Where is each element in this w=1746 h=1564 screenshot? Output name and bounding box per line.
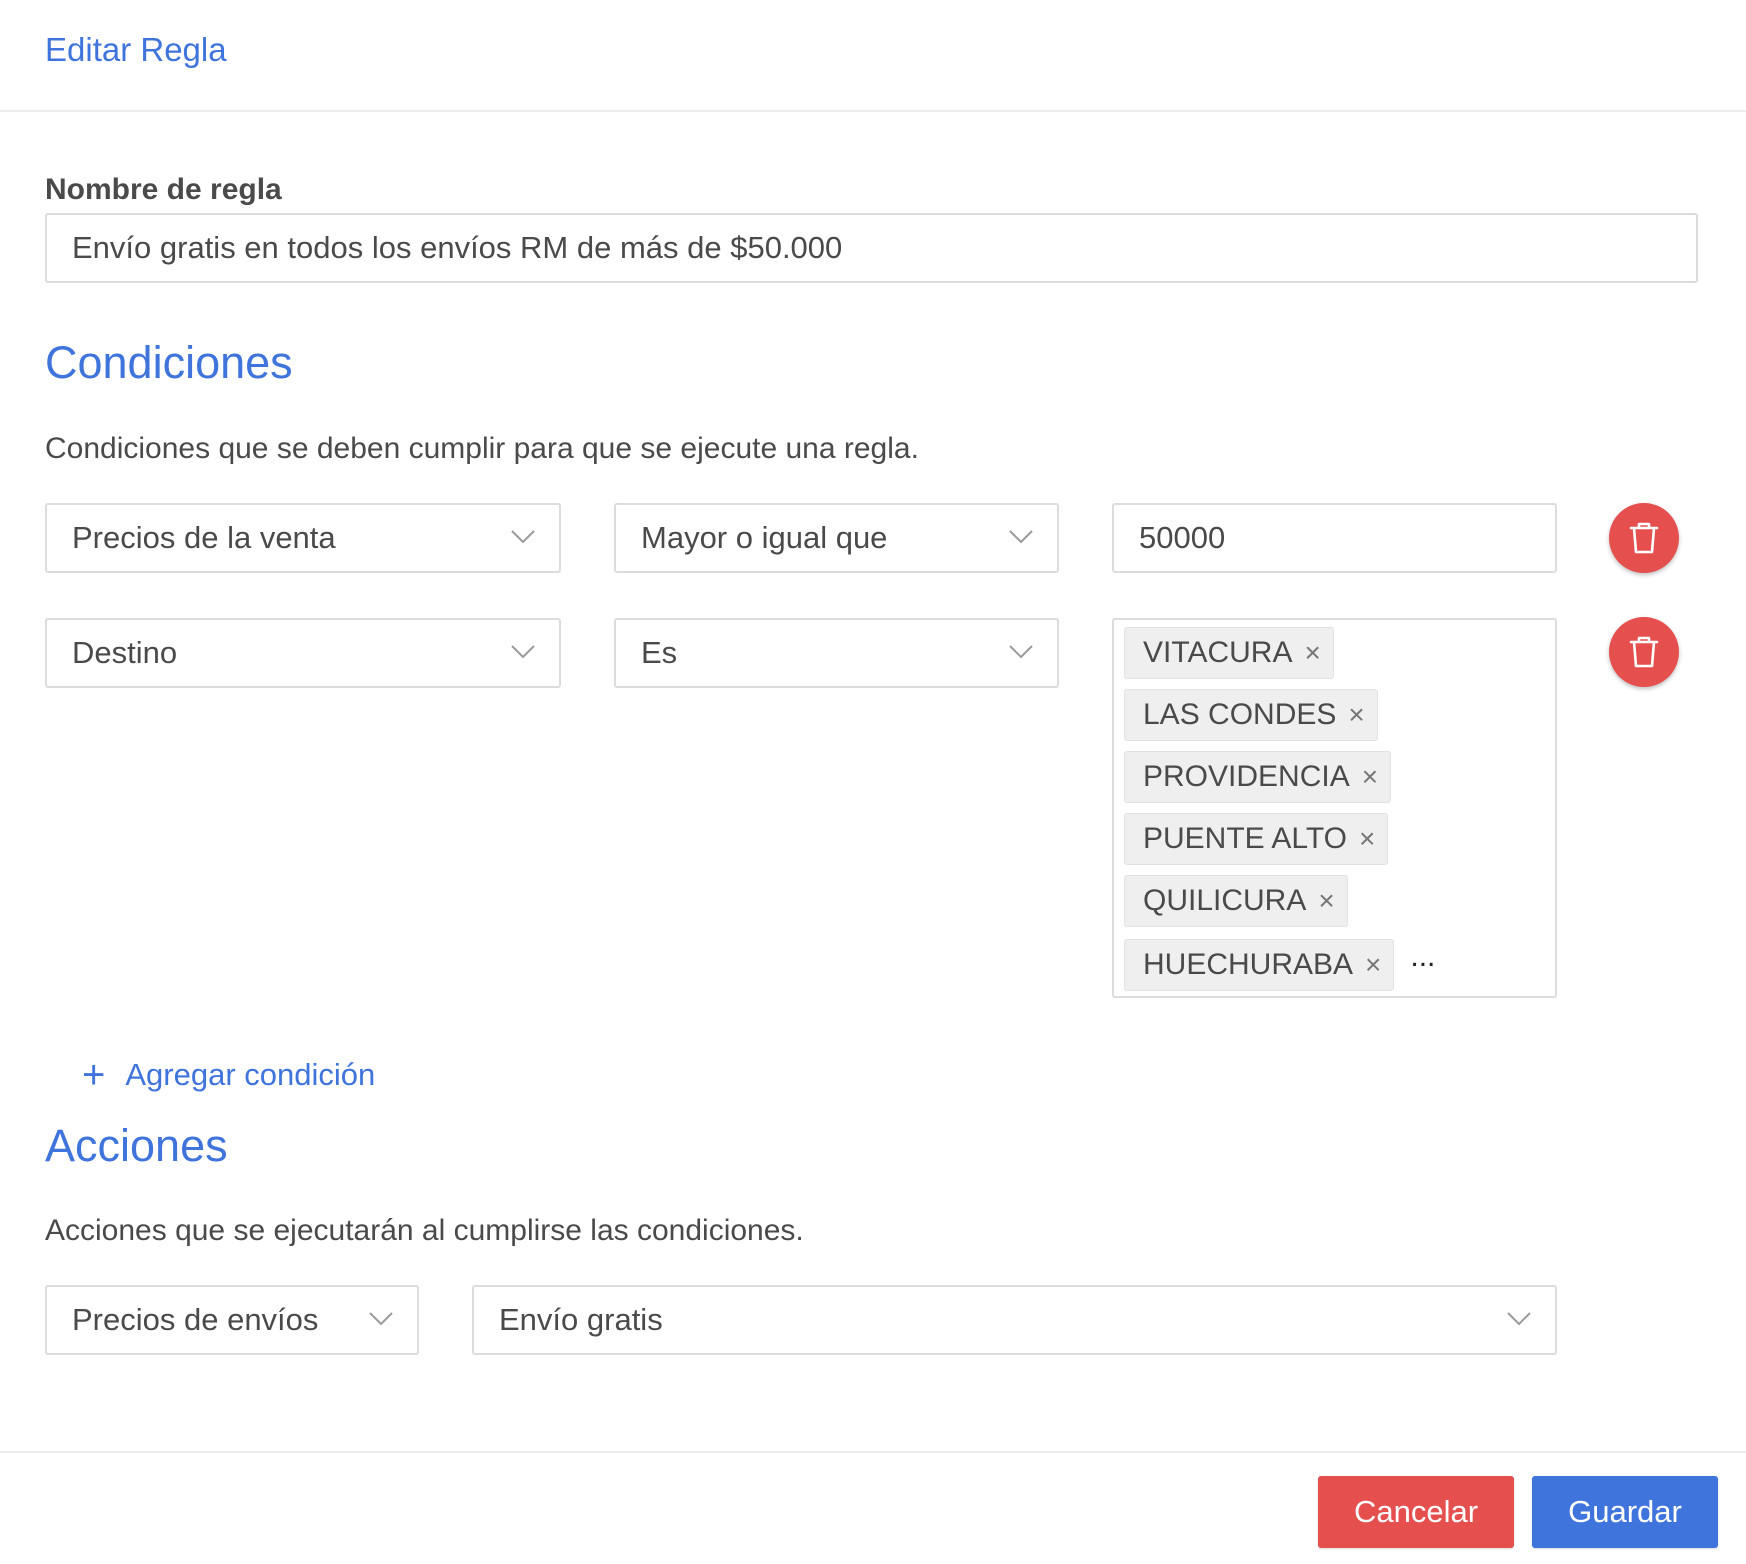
tag-chip: HUECHURABA ×: [1124, 939, 1395, 991]
header-divider: [0, 110, 1746, 112]
rule-name-value: Envío gratis en todos los envíos RM de m…: [72, 230, 843, 265]
tag-chip: PUENTE ALTO ×: [1124, 813, 1389, 865]
tag-label: HUECHURABA: [1143, 948, 1354, 981]
close-icon[interactable]: ×: [1362, 763, 1378, 791]
conditions-description: Condiciones que se deben cumplir para qu…: [45, 432, 919, 465]
condition-2-delete-button[interactable]: [1609, 617, 1679, 687]
rule-name-input[interactable]: Envío gratis en todos los envíos RM de m…: [45, 213, 1698, 283]
condition-1-delete-button[interactable]: [1609, 503, 1679, 573]
modal-title: Editar Regla: [45, 31, 227, 68]
condition-1-value-input[interactable]: 50000: [1112, 503, 1557, 573]
tag-label: VITACURA: [1143, 636, 1293, 669]
action-value: Envío gratis: [499, 1302, 663, 1337]
chevron-down-icon: [511, 530, 535, 544]
action-type-value: Precios de envíos: [72, 1302, 319, 1337]
condition-2-field-value: Destino: [72, 635, 178, 670]
tag-chip: VITACURA ×: [1124, 627, 1334, 679]
actions-description: Acciones que se ejecutarán al cumplirse …: [45, 1214, 804, 1247]
add-condition-label: Agregar condición: [125, 1057, 376, 1092]
footer-divider: [0, 1451, 1746, 1453]
condition-2-field-select[interactable]: Destino: [45, 618, 561, 688]
close-icon[interactable]: ×: [1365, 951, 1381, 979]
condition-2-tags-input[interactable]: VITACURA × LAS CONDES × PROVIDENCIA × PU…: [1112, 618, 1557, 998]
chevron-down-icon: [1507, 1312, 1531, 1326]
tag-chip: LAS CONDES ×: [1124, 689, 1378, 741]
chevron-down-icon: [369, 1312, 393, 1326]
tag-label: LAS CONDES: [1143, 698, 1337, 731]
conditions-title: Condiciones: [45, 337, 293, 388]
close-icon[interactable]: ×: [1304, 639, 1320, 667]
chevron-down-icon: [1009, 530, 1033, 544]
plus-icon: +: [82, 1053, 106, 1097]
tag-chip: QUILICURA ×: [1124, 875, 1348, 927]
add-condition-button[interactable]: + Agregar condición: [82, 1055, 375, 1095]
close-icon[interactable]: ×: [1348, 701, 1364, 729]
actions-title: Acciones: [45, 1120, 228, 1171]
condition-1-operator-select[interactable]: Mayor o igual que: [614, 503, 1059, 573]
condition-1-operator-value: Mayor o igual que: [641, 520, 888, 555]
condition-1-value: 50000: [1139, 520, 1226, 555]
condition-1-field-select[interactable]: Precios de la venta: [45, 503, 561, 573]
chevron-down-icon: [511, 645, 535, 659]
trash-icon: [1629, 522, 1659, 554]
tag-label: PUENTE ALTO: [1143, 822, 1347, 855]
condition-1-field-value: Precios de la venta: [72, 520, 336, 555]
save-button[interactable]: Guardar: [1532, 1476, 1718, 1548]
condition-2-operator-select[interactable]: Es: [614, 618, 1059, 688]
more-tags-indicator: ...: [1410, 940, 1436, 973]
action-value-select[interactable]: Envío gratis: [472, 1285, 1557, 1355]
condition-2-operator-value: Es: [641, 635, 678, 670]
trash-icon: [1629, 636, 1659, 668]
tag-label: PROVIDENCIA: [1143, 760, 1350, 793]
cancel-button[interactable]: Cancelar: [1318, 1476, 1514, 1548]
action-type-select[interactable]: Precios de envíos: [45, 1285, 419, 1355]
tag-label: QUILICURA: [1143, 884, 1307, 917]
close-icon[interactable]: ×: [1359, 825, 1375, 853]
close-icon[interactable]: ×: [1318, 887, 1334, 915]
tag-chip: PROVIDENCIA ×: [1124, 751, 1392, 803]
chevron-down-icon: [1009, 645, 1033, 659]
rule-name-label: Nombre de regla: [45, 173, 282, 206]
